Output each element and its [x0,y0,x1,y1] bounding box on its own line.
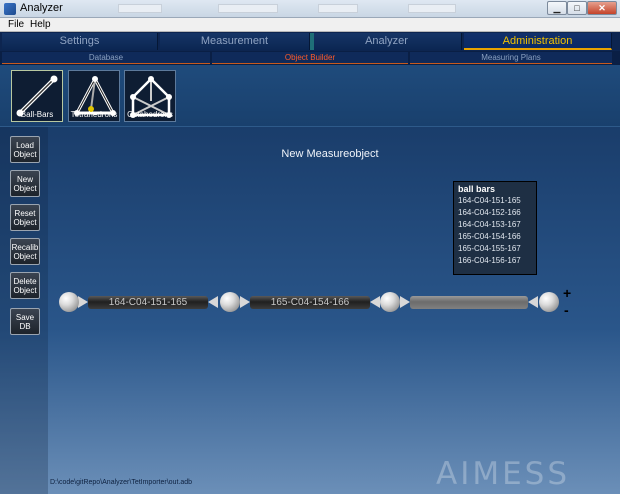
recalib-object-button[interactable]: Recalib Object [10,238,40,265]
ball-bars-popup: ball bars 164-C04-151-165 164-C04-152-16… [453,181,537,275]
tab-label: Administration [502,35,573,47]
close-button[interactable]: ✕ [587,1,617,15]
title-bar-tab-placeholder [218,4,278,13]
button-label: Recalib Object [11,242,39,261]
template-octahedrons[interactable]: Octahedrons [124,70,176,122]
popup-list-item[interactable]: 165-C04-155-167 [458,244,521,253]
zoom-in-button[interactable]: + [563,285,571,301]
title-bar: Analyzer ▁ □ ✕ [0,0,620,18]
ball-bar-label: 165-C04-154-166 [270,297,350,308]
action-sidebar: Load Object New Object Reset Object Reca… [0,127,48,494]
subtab-label: Database [88,53,124,62]
maximize-button[interactable]: □ [567,1,587,15]
subtab-object-builder[interactable]: Object Builder [212,52,408,64]
tab-label: Analyzer [365,35,408,47]
button-label: Load Object [13,140,37,159]
save-db-button[interactable]: Save DB [10,308,40,335]
tab-settings[interactable]: Settings [2,33,158,50]
minimize-button[interactable]: ▁ [547,1,567,15]
ball-bar-end-cone [528,296,538,308]
sphere-node[interactable] [59,292,79,312]
main-tabs: Settings Measurement Analyzer Administra… [0,32,620,51]
sphere-node[interactable] [539,292,559,312]
tab-divider [310,33,314,50]
ball-bar-label: 164-C04-151-165 [108,297,188,308]
sphere-node[interactable] [380,292,400,312]
title-bar-tab-placeholder [118,4,162,13]
template-ball-bars[interactable]: Ball-Bars [11,70,63,122]
tab-label: Measurement [200,35,269,47]
window-title: Analyzer [20,2,63,14]
template-tetrahedrons[interactable]: Tetrahedrons [68,70,120,122]
tab-analyzer[interactable]: Analyzer [310,33,462,50]
ball-bar-2[interactable]: 165-C04-154-166 [250,296,370,309]
delete-object-button[interactable]: Delete Object [10,272,40,299]
ball-bar-end-cone [370,296,380,308]
sub-tabs: Database Object Builder Measuring Plans [0,51,620,65]
ball-bar-1[interactable]: 164-C04-151-165 [88,296,208,309]
object-template-strip: Ball-Bars Tetrahedrons Octahedrons [0,65,620,127]
sphere-node[interactable] [220,292,240,312]
reset-object-button[interactable]: Reset Object [10,204,40,231]
button-label: Reset Object [13,208,37,227]
popup-list-item[interactable]: 164-C04-152-166 [458,208,521,217]
ball-bar-end-cone [240,296,250,308]
new-object-button[interactable]: New Object [10,170,40,197]
button-label: Delete Object [13,276,37,295]
popup-list-item[interactable]: 166-C04-156-167 [458,256,521,265]
tab-measurement[interactable]: Measurement [160,33,310,50]
ball-bar-end-cone [208,296,218,308]
tab-administration[interactable]: Administration [464,33,612,50]
brand-watermark: AIMESS [436,456,571,492]
ball-bar-end-cone [78,296,88,308]
subtab-measuring-plans[interactable]: Measuring Plans [410,52,612,64]
popup-list-item[interactable]: 164-C04-151-165 [458,196,521,205]
button-label: New Object [13,174,37,193]
popup-list-item[interactable]: 165-C04-154-166 [458,232,521,241]
button-label: Save DB [15,312,35,331]
menu-bar: File Help [0,18,620,32]
ball-bar-end-cone [400,296,410,308]
subtab-label: Measuring Plans [481,53,541,62]
title-bar-tab-placeholder [408,4,456,13]
subtab-database[interactable]: Database [2,52,210,64]
app-icon [4,3,16,15]
subtab-label: Object Builder [284,53,336,62]
object-title: New Measureobject [281,148,379,160]
popup-title: ball bars [458,184,496,194]
tab-label: Settings [59,35,100,47]
menu-help[interactable]: Help [30,19,51,30]
ball-bar-3[interactable] [410,296,528,309]
menu-file[interactable]: File [8,19,24,30]
template-label: Ball-Bars [20,110,54,119]
popup-list-item[interactable]: 164-C04-153-167 [458,220,521,229]
title-bar-tab-placeholder [318,4,358,13]
template-label: Tetrahedrons [70,110,118,119]
load-object-button[interactable]: Load Object [10,136,40,163]
template-label: Octahedrons [127,110,173,119]
database-path: D:\code\gitRepo\Analyzer\TetImporter\out… [50,479,193,486]
zoom-out-button[interactable]: - [564,302,569,318]
